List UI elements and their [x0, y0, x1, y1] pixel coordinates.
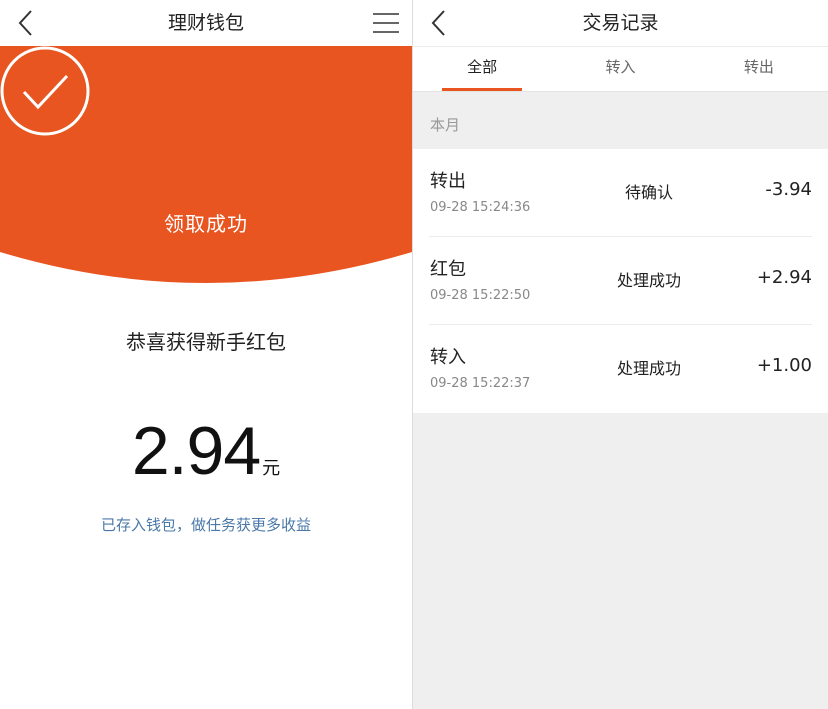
reward-amount: 2.94 元 — [0, 412, 412, 490]
transaction-type: 转出 — [430, 171, 466, 192]
wallet-note-link[interactable]: 已存入钱包，做任务获更多收益 — [0, 514, 412, 535]
tab-all[interactable]: 全部 — [413, 47, 551, 91]
tab-transfer-in[interactable]: 转入 — [551, 47, 689, 91]
transaction-time: 09-28 15:22:37 — [430, 376, 531, 391]
transaction-row[interactable]: 转出 09-28 15:24:36 待确认 -3.94 — [429, 149, 812, 237]
transaction-time: 09-28 15:24:36 — [430, 200, 531, 215]
transaction-amount: +2.94 — [756, 267, 812, 288]
congrats-text: 恭喜获得新手红包 — [126, 330, 286, 354]
amount-unit: 元 — [262, 458, 281, 479]
transactions-navbar: 交易记录 — [413, 0, 828, 46]
transaction-list: 转出 09-28 15:24:36 待确认 -3.94 红包 09-28 15:… — [413, 149, 828, 413]
page-title: 理财钱包 — [167, 12, 244, 34]
transaction-status: 待确认 — [624, 183, 673, 202]
transaction-status: 处理成功 — [616, 271, 681, 290]
transaction-time: 09-28 15:22:50 — [430, 288, 531, 303]
transaction-row[interactable]: 转入 09-28 15:22:37 处理成功 +1.00 — [429, 325, 812, 413]
check-circle-icon — [0, 46, 90, 136]
wallet-panel: 理财钱包 领取成功 恭喜获得新手红包 2.94 元 已存入钱包，做任务获更多收益 — [0, 0, 412, 709]
transaction-status: 处理成功 — [616, 359, 681, 378]
amount-value: 2.94 — [131, 413, 261, 489]
filter-tabs: 全部 转入 转出 — [413, 46, 828, 92]
transactions-panel: 交易记录 全部 转入 转出 本月 转出 09-28 15:24:36 待确认 -… — [413, 0, 828, 709]
transaction-amount: +1.00 — [756, 355, 812, 376]
transaction-type: 转入 — [430, 347, 466, 368]
wallet-navbar: 理财钱包 — [0, 0, 412, 46]
tab-transfer-out[interactable]: 转出 — [690, 47, 828, 91]
success-banner: 领取成功 — [0, 46, 412, 286]
transaction-type: 红包 — [430, 259, 466, 280]
transaction-amount: -3.94 — [765, 179, 812, 200]
page-title: 交易记录 — [582, 12, 659, 34]
transaction-row[interactable]: 红包 09-28 15:22:50 处理成功 +2.94 — [429, 237, 812, 325]
menu-button[interactable] — [372, 9, 400, 37]
month-header: 本月 — [430, 116, 461, 134]
success-text: 领取成功 — [164, 212, 248, 236]
hamburger-menu-icon — [373, 13, 399, 33]
